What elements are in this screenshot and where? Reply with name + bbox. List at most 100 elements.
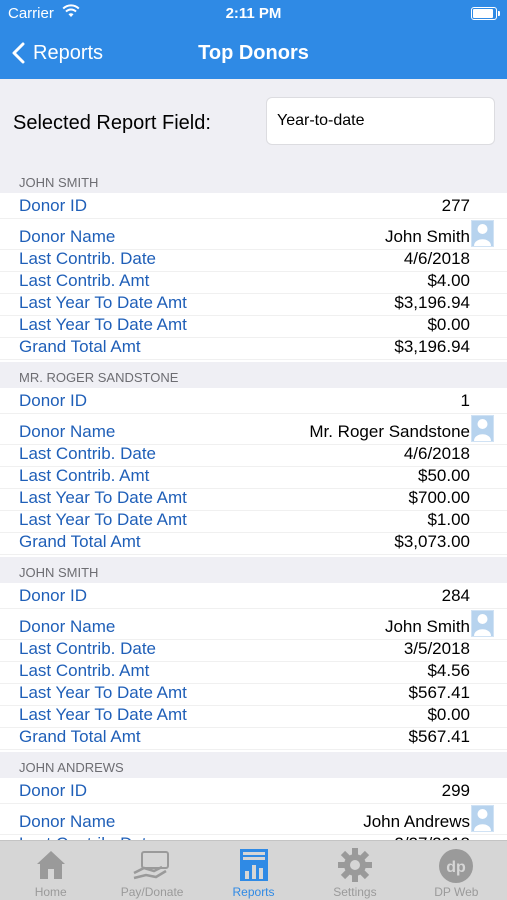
field-label: Grand Total Amt: [19, 532, 141, 551]
donor-detail-row[interactable]: Last Year To Date Amt $1.00: [0, 510, 507, 533]
field-value: 299: [441, 781, 470, 800]
field-label: Last Year To Date Amt: [19, 488, 187, 507]
donor-detail-row[interactable]: Donor ID 277: [0, 193, 507, 219]
donor-detail-row[interactable]: Donor Name John Smith: [0, 219, 507, 250]
page-title: Top Donors: [198, 42, 309, 64]
field-label: Grand Total Amt: [19, 727, 141, 746]
donor-detail-row[interactable]: Donor Name John Smith: [0, 609, 507, 640]
tab-label: Pay/Donate: [120, 885, 184, 899]
field-label: Last Year To Date Amt: [19, 683, 187, 702]
donor-detail-row[interactable]: Donor ID 284: [0, 583, 507, 609]
tab-dp-web[interactable]: dp DP Web: [406, 841, 507, 900]
contact-avatar-icon[interactable]: [471, 220, 494, 247]
field-value: $3,073.00: [394, 532, 470, 551]
field-label: Donor ID: [19, 781, 88, 800]
status-time: 2:11 PM: [225, 5, 282, 22]
field-value: $50.00: [418, 466, 470, 485]
donor-detail-row[interactable]: Last Contrib. Date 4/6/2018: [0, 249, 507, 272]
battery-icon: [471, 7, 500, 20]
field-label: Last Year To Date Amt: [19, 315, 187, 334]
tab-settings[interactable]: Settings: [304, 841, 405, 900]
donor-section-header: MR. ROGER SANDSTONE: [0, 362, 507, 388]
svg-text:dp: dp: [447, 859, 467, 876]
field-value: John Andrews: [363, 812, 470, 831]
field-value: $0.00: [427, 315, 470, 334]
field-value: $0.00: [427, 705, 470, 724]
navigation-bar: Carrier 2:11 PM Reports Top Donors: [0, 0, 507, 79]
field-label: Last Contrib. Date: [19, 639, 157, 658]
tab-home[interactable]: Home: [0, 841, 101, 900]
field-value: $4.56: [427, 661, 470, 680]
donor-detail-row[interactable]: Last Contrib. Amt $4.56: [0, 661, 507, 684]
field-label: Donor Name: [19, 812, 116, 831]
tab-label: Home: [34, 885, 67, 899]
report-field-selector[interactable]: Year-to-date: [266, 97, 495, 145]
donor-detail-row[interactable]: Grand Total Amt $567.41: [0, 727, 507, 750]
field-value: John Smith: [384, 227, 470, 246]
field-label: Donor Name: [19, 422, 116, 441]
contact-avatar-icon[interactable]: [471, 610, 494, 637]
contact-avatar-icon[interactable]: [471, 415, 494, 442]
donor-detail-row[interactable]: Last Year To Date Amt $567.41: [0, 683, 507, 706]
field-label: Last Contrib. Amt: [19, 466, 150, 485]
donor-detail-row[interactable]: Donor ID 1: [0, 388, 507, 414]
field-value: 1: [460, 391, 470, 410]
field-label: Grand Total Amt: [19, 337, 141, 356]
pay-donate-icon: [132, 847, 172, 886]
donor-detail-row[interactable]: Last Year To Date Amt $700.00: [0, 488, 507, 511]
reports-icon: [238, 847, 270, 888]
donor-detail-row[interactable]: Last Year To Date Amt $3,196.94: [0, 293, 507, 316]
donor-list[interactable]: JOHN SMITH Donor ID 277 Donor Name John Smit…: [0, 167, 507, 840]
donor-detail-row[interactable]: Donor Name Mr. Roger Sandstone: [0, 414, 507, 445]
field-label: Last Contrib. Date: [19, 249, 157, 268]
field-value: $4.00: [427, 271, 470, 290]
field-label: Last Contrib. Date: [19, 444, 157, 463]
tab-label: Settings: [333, 885, 377, 899]
donor-detail-row[interactable]: Grand Total Amt $3,196.94: [0, 337, 507, 360]
field-value: $700.00: [408, 488, 470, 507]
field-value: 284: [441, 586, 470, 605]
field-label: Donor Name: [19, 227, 116, 246]
tab-label: DP Web: [434, 885, 479, 899]
donor-section-header: JOHN ANDREWS: [0, 752, 507, 778]
field-label: Last Year To Date Amt: [19, 705, 187, 724]
report-field-label: Selected Report Field:: [13, 112, 211, 134]
field-value: $3,196.94: [394, 337, 470, 356]
tab-reports[interactable]: Reports: [203, 841, 304, 900]
field-value: $1.00: [427, 510, 470, 529]
donor-detail-row[interactable]: Donor Name John Andrews: [0, 804, 507, 835]
donor-detail-row[interactable]: Last Contrib. Date 4/6/2018: [0, 444, 507, 467]
donor-detail-row[interactable]: Last Year To Date Amt $0.00: [0, 705, 507, 728]
tab-pay-donate[interactable]: Pay/Donate: [101, 841, 202, 900]
donor-detail-row[interactable]: Last Contrib. Amt $4.00: [0, 271, 507, 294]
donor-detail-row[interactable]: Grand Total Amt $3,073.00: [0, 532, 507, 555]
field-label: Donor ID: [19, 586, 88, 605]
field-value: 4/6/2018: [403, 444, 470, 463]
field-label: Last Contrib. Amt: [19, 271, 150, 290]
dp-logo-icon: dp: [437, 847, 475, 890]
contact-avatar-icon[interactable]: [471, 805, 494, 832]
field-label: Last Year To Date Amt: [19, 510, 187, 529]
status-bar: Carrier 2:11 PM: [0, 0, 507, 28]
donor-detail-row[interactable]: Last Year To Date Amt $0.00: [0, 315, 507, 338]
field-label: Donor Name: [19, 617, 116, 636]
field-value: Mr. Roger Sandstone: [309, 422, 470, 441]
field-label: Last Contrib. Amt: [19, 661, 150, 680]
field-value: 4/6/2018: [403, 249, 470, 268]
donor-section-header: JOHN SMITH: [0, 167, 507, 193]
donor-detail-row[interactable]: Donor ID 299: [0, 778, 507, 804]
field-value: John Smith: [384, 617, 470, 636]
field-value: $567.41: [408, 683, 470, 702]
donor-detail-row[interactable]: Last Contrib. Date 3/5/2018: [0, 639, 507, 662]
report-field-row: Selected Report Field: Year-to-date: [0, 79, 507, 167]
home-icon: [33, 847, 69, 886]
field-value: $3,196.94: [394, 293, 470, 312]
field-label: Donor ID: [19, 196, 88, 215]
field-label: Last Year To Date Amt: [19, 293, 187, 312]
field-value: $567.41: [408, 727, 470, 746]
field-value: 3/5/2018: [403, 639, 470, 658]
gear-icon: [337, 847, 373, 888]
field-value: 277: [441, 196, 470, 215]
donor-detail-row[interactable]: Last Contrib. Amt $50.00: [0, 466, 507, 489]
donor-section-header: JOHN SMITH: [0, 557, 507, 583]
